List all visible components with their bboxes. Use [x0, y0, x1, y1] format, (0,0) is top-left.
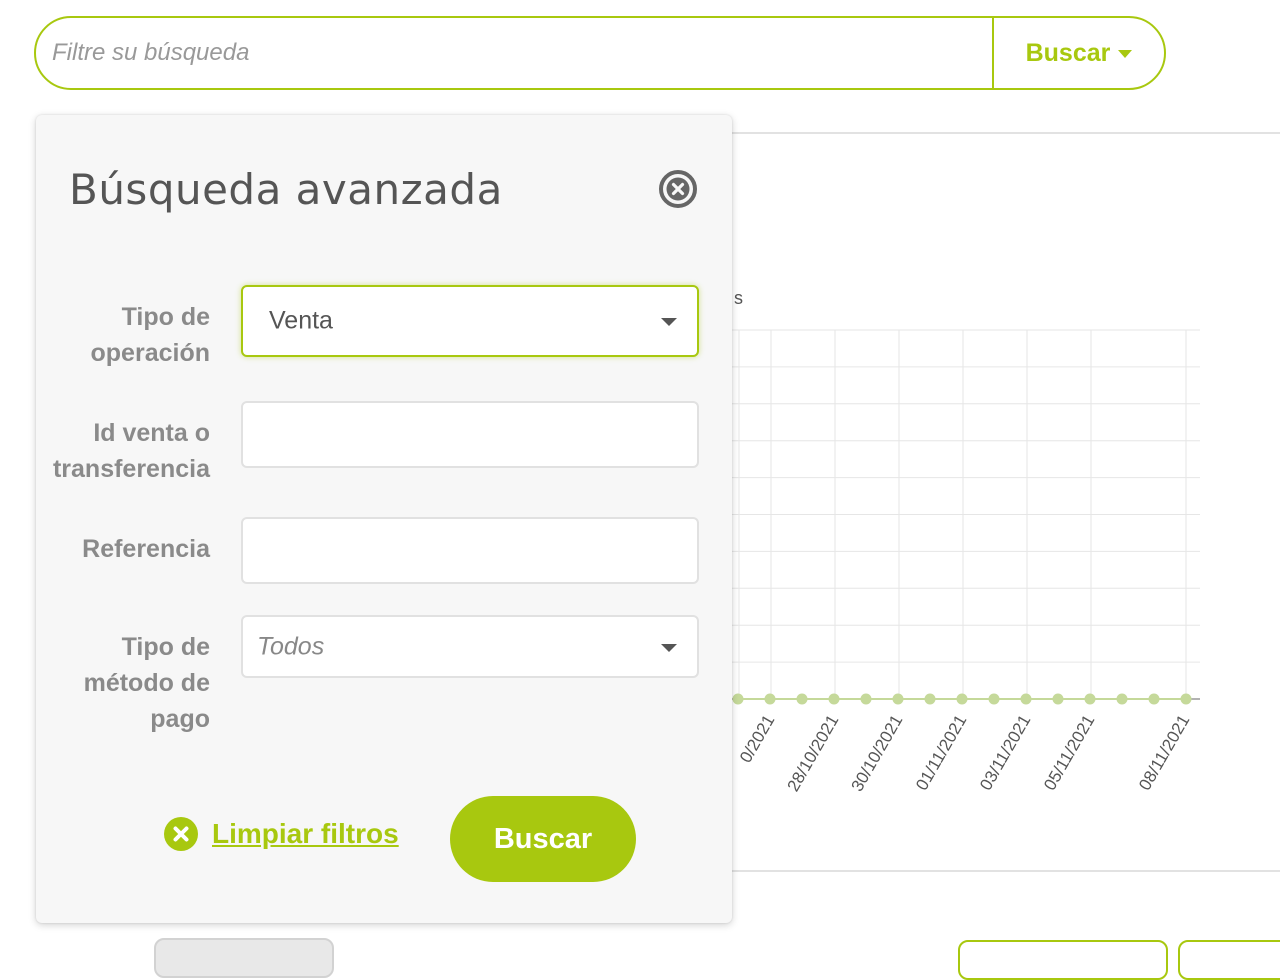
line-chart: s 0/2021 28/10/2021 30/10/2021 01/11/2021 03…: [732, 288, 1200, 795]
data-point: [860, 693, 872, 705]
search-dropdown-button[interactable]: Buscar: [994, 18, 1164, 88]
data-point: [1180, 693, 1192, 705]
search-input[interactable]: [36, 18, 992, 88]
data-point: [764, 693, 776, 705]
data-point: [1084, 693, 1096, 705]
data-point: [1052, 693, 1064, 705]
close-icon[interactable]: [658, 169, 698, 209]
advanced-search-panel: Búsqueda avanzada Tipo de operación Vent…: [36, 115, 732, 923]
data-point: [924, 693, 936, 705]
chart-partial-label: s: [734, 288, 743, 308]
secondary-button[interactable]: [958, 940, 1168, 980]
id-sale-field: [241, 401, 699, 468]
x-tick-label: 01/11/2021: [912, 712, 970, 794]
x-tick-label: 30/10/2021: [847, 712, 906, 795]
x-tick-label: 05/11/2021: [1040, 712, 1098, 794]
chevron-down-icon: [661, 318, 677, 326]
data-point: [732, 693, 744, 705]
data-point: [828, 693, 840, 705]
data-point: [892, 693, 904, 705]
operation-type-select[interactable]: Venta: [241, 285, 699, 357]
data-point: [988, 693, 1000, 705]
reference-label: Referencia: [82, 535, 210, 563]
pagination-button[interactable]: [154, 938, 334, 978]
clear-icon: [164, 817, 198, 851]
payment-method-value: Todos: [257, 632, 325, 660]
data-point: [956, 693, 968, 705]
x-tick-label: 0/2021: [736, 712, 778, 767]
data-point: [796, 693, 808, 705]
search-bar: Buscar: [34, 16, 1166, 90]
x-tick-label: 28/10/2021: [783, 712, 842, 795]
x-tick-label: 03/11/2021: [976, 712, 1034, 794]
data-point: [1116, 693, 1128, 705]
payment-method-select[interactable]: Todos: [241, 615, 699, 678]
reference-input[interactable]: [243, 519, 697, 582]
operation-type-label: Tipo de operación: [90, 303, 210, 367]
search-submit-button[interactable]: Buscar: [450, 796, 636, 882]
x-tick-label: 08/11/2021: [1135, 712, 1193, 794]
caret-down-icon: [1118, 50, 1133, 58]
clear-filters-link[interactable]: Limpiar filtros: [164, 817, 399, 851]
operation-type-value: Venta: [269, 306, 333, 335]
clear-filters-label: Limpiar filtros: [212, 818, 399, 849]
secondary-button[interactable]: [1178, 940, 1280, 980]
id-sale-label: Id venta o transferencia: [52, 419, 210, 483]
search-submit-label: Buscar: [493, 822, 593, 855]
id-sale-input[interactable]: [243, 403, 697, 466]
payment-method-label: Tipo de método de pago: [83, 633, 210, 733]
chart-panel: s 0/2021 28/10/2021 30/10/2021 01/11/2021 03…: [732, 132, 1280, 872]
data-point: [1148, 693, 1160, 705]
search-button-label: Buscar: [1025, 38, 1111, 67]
data-point: [1020, 693, 1032, 705]
reference-field: [241, 517, 699, 584]
panel-title: Búsqueda avanzada: [69, 165, 503, 214]
chevron-down-icon: [661, 643, 677, 652]
